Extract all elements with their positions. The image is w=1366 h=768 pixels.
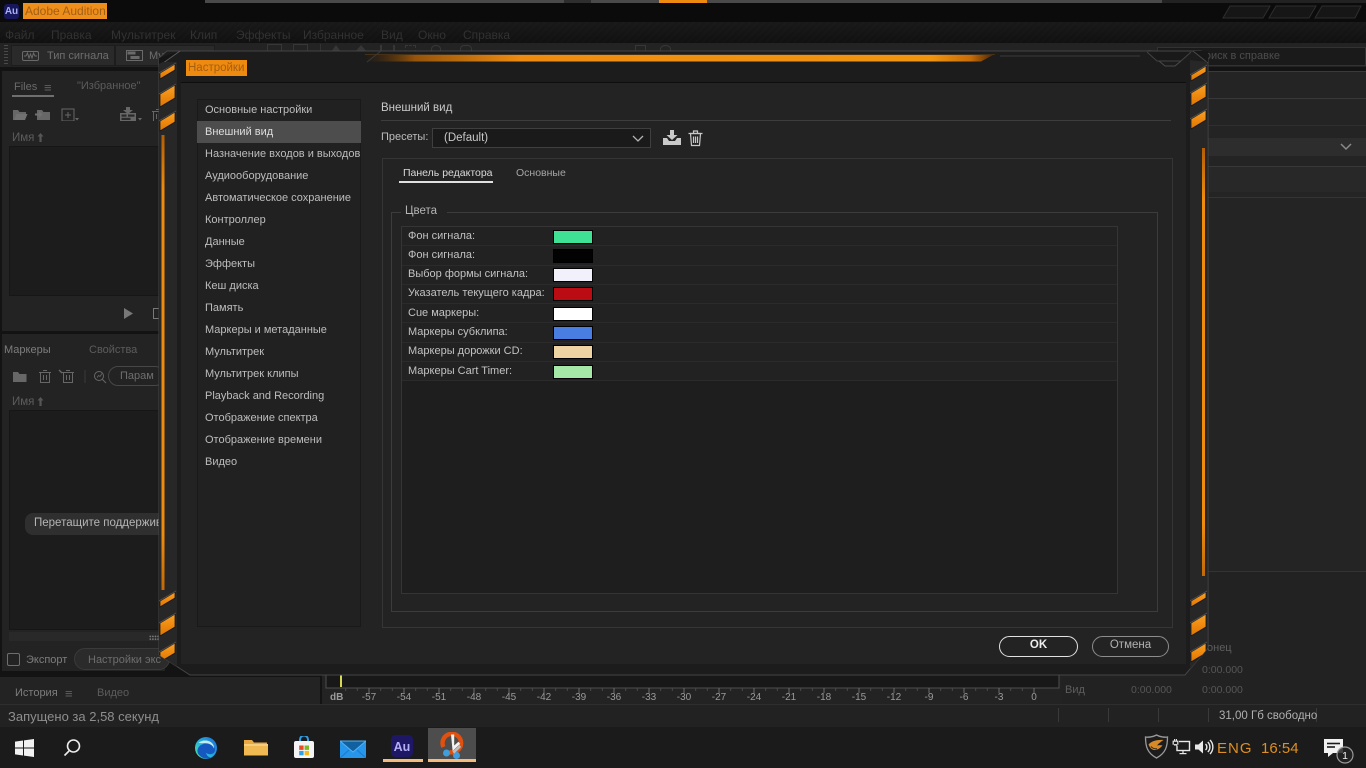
- svg-text:Au: Au: [394, 740, 411, 754]
- svg-text:-57: -57: [362, 692, 377, 703]
- svg-text:1: 1: [1342, 750, 1348, 762]
- svg-text:0: 0: [1031, 692, 1037, 703]
- svg-text:-39: -39: [572, 692, 587, 703]
- svg-text:-48: -48: [467, 692, 482, 703]
- svg-text:-6: -6: [960, 692, 969, 703]
- svg-text:-54: -54: [397, 692, 412, 703]
- svg-text:-21: -21: [782, 692, 797, 703]
- svg-text:dB: dB: [330, 692, 343, 703]
- svg-text:-24: -24: [747, 692, 762, 703]
- svg-text:-42: -42: [537, 692, 552, 703]
- svg-text:-3: -3: [995, 692, 1004, 703]
- svg-text:-27: -27: [712, 692, 727, 703]
- svg-text:-45: -45: [502, 692, 517, 703]
- svg-text:-15: -15: [852, 692, 867, 703]
- svg-text:-51: -51: [432, 692, 447, 703]
- svg-text:-36: -36: [607, 692, 622, 703]
- svg-text:-30: -30: [677, 692, 692, 703]
- svg-text:-18: -18: [817, 692, 832, 703]
- svg-text:-33: -33: [642, 692, 657, 703]
- svg-text:-9: -9: [925, 692, 934, 703]
- svg-text:-12: -12: [887, 692, 902, 703]
